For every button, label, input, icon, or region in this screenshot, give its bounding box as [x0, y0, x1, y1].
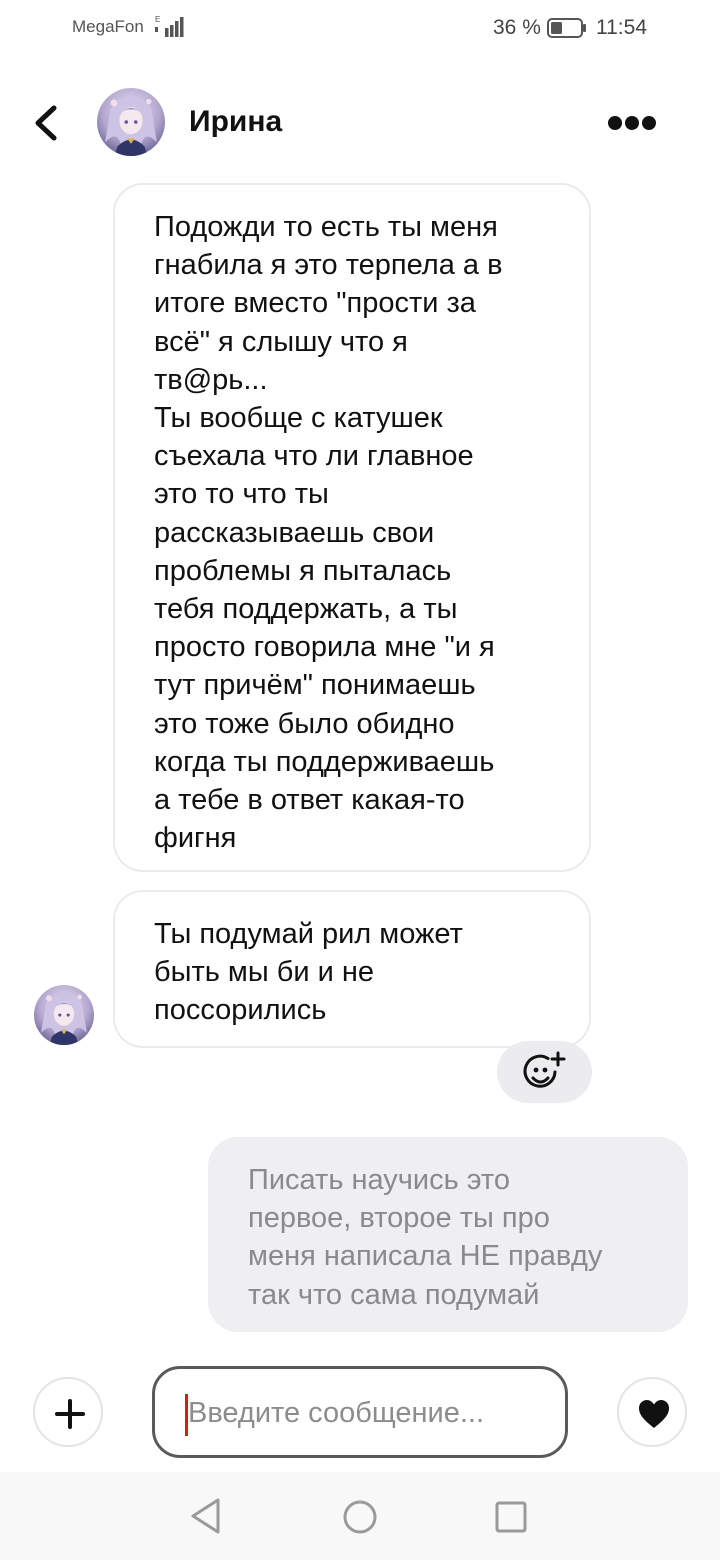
- signal-strength-icon: E: [155, 15, 184, 37]
- battery-icon: [547, 18, 586, 38]
- outgoing-message[interactable]: Писать научись это первое, второе ты про…: [208, 1137, 688, 1332]
- nav-home-icon[interactable]: [342, 1499, 378, 1535]
- system-navigation-bar: [0, 1472, 720, 1560]
- back-button[interactable]: [26, 100, 70, 146]
- smiley-plus-icon: [523, 1051, 566, 1088]
- back-arrow-icon: [35, 105, 57, 141]
- like-button[interactable]: [617, 1377, 687, 1447]
- heart-icon: [639, 1400, 669, 1428]
- svg-text:E: E: [155, 15, 160, 24]
- sender-avatar[interactable]: [34, 985, 94, 1045]
- more-options-button[interactable]: [600, 105, 664, 141]
- nav-back-icon[interactable]: [188, 1496, 224, 1536]
- contact-avatar[interactable]: [97, 88, 165, 156]
- status-bar: MegaFon E 36 % 11:54: [0, 0, 720, 56]
- chat-header: Ирина: [0, 80, 720, 170]
- plus-icon: [55, 1399, 85, 1429]
- clock: 11:54: [596, 16, 647, 39]
- incoming-message[interactable]: Подожди то есть ты меня гнабила я это те…: [113, 183, 591, 872]
- nav-recents-icon[interactable]: [495, 1501, 527, 1533]
- incoming-message[interactable]: Ты подумай рил может быть мы би и не пос…: [113, 890, 591, 1048]
- message-input[interactable]: Введите сообщение...: [152, 1366, 568, 1458]
- add-attachment-button[interactable]: [33, 1377, 103, 1447]
- message-input-placeholder: Введите сообщение...: [188, 1397, 485, 1429]
- battery-percent: 36 %: [493, 16, 541, 39]
- more-dots-icon: [608, 116, 656, 130]
- add-reaction-button[interactable]: [497, 1041, 592, 1103]
- carrier-name: MegaFon: [72, 17, 144, 36]
- contact-name[interactable]: Ирина: [189, 105, 282, 139]
